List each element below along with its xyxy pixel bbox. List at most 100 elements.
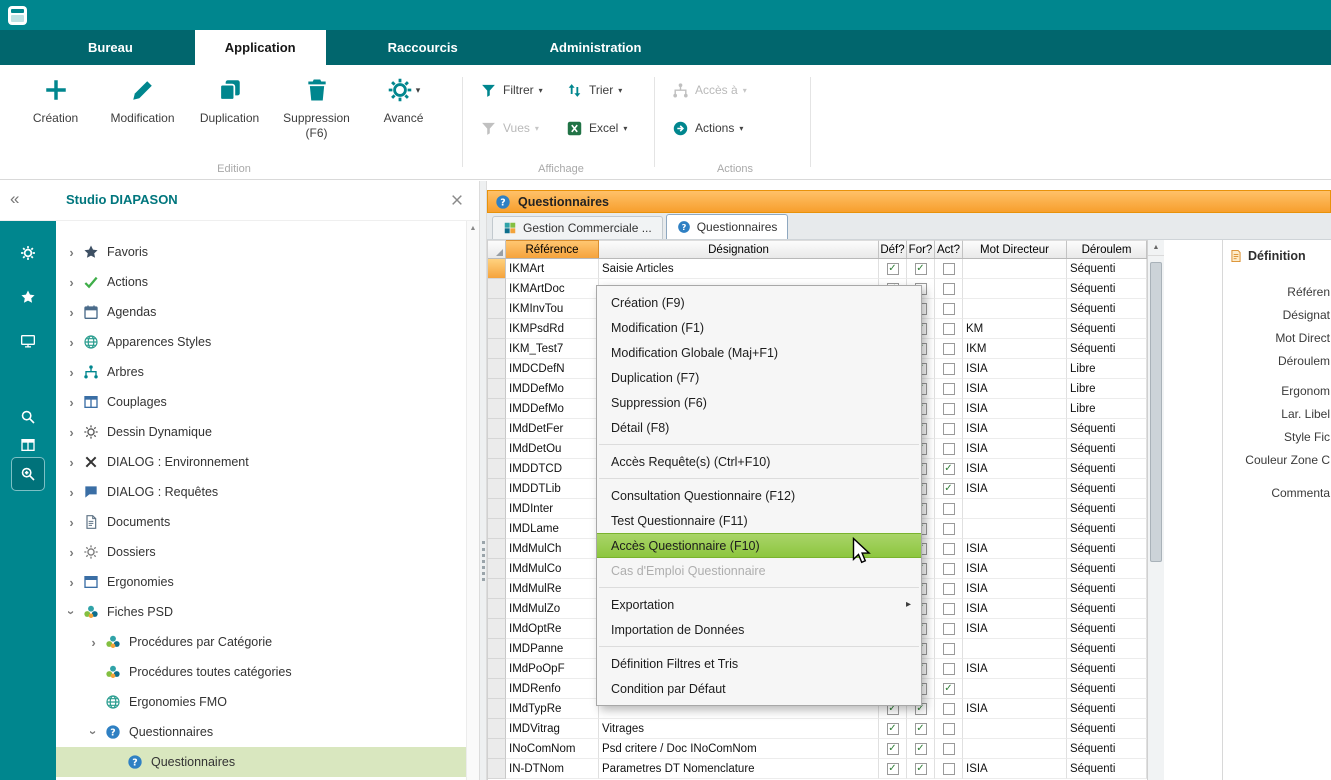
table-row[interactable]: IKMArtSaisie ArticlesSéquenti [488,259,1147,279]
panel-splitter[interactable] [479,181,487,780]
tree-item-fiches-psd[interactable]: ›Fiches PSD [56,597,466,627]
row-selector[interactable] [488,459,506,479]
act-checkbox[interactable] [943,683,955,695]
menu-item-acc-s-requ-te-s-ctrl-f10[interactable]: Accès Requête(s) (Ctrl+F10) [597,449,921,474]
scrollbar-thumb[interactable] [1150,262,1162,562]
menu-item-condition-par-d-faut[interactable]: Condition par Défaut [597,676,921,701]
suppression-f6-button[interactable]: Suppression (F6) [273,76,360,141]
tree-item-proc-dures-toutes-cat-gories[interactable]: Procédures toutes catégories [56,657,466,687]
menu-tab-application[interactable]: Application [195,30,326,65]
row-selector[interactable] [488,259,506,279]
select-all-corner[interactable] [488,240,506,258]
column-header-mot-directeur[interactable]: Mot Directeur [963,240,1067,258]
tree-item-couplages[interactable]: ›Couplages [56,387,466,417]
for-checkbox[interactable] [915,263,927,275]
tree-item-dialog-environnement[interactable]: ›DIALOG : Environnement [56,447,466,477]
dropdown-caret-icon[interactable]: ▾ [416,85,421,96]
row-selector[interactable] [488,319,506,339]
row-selector[interactable] [488,339,506,359]
menu-item-test-questionnaire-f11[interactable]: Test Questionnaire (F11) [597,508,921,533]
act-checkbox[interactable] [943,583,955,595]
act-checkbox[interactable] [943,543,955,555]
excel-button[interactable]: Excel▾ [566,120,652,137]
row-selector[interactable] [488,719,506,739]
act-checkbox[interactable] [943,303,955,315]
tree-item-favoris[interactable]: ›Favoris [56,237,466,267]
scroll-up-icon[interactable]: ▲ [467,221,479,235]
chevron-right-icon[interactable]: › [64,335,79,350]
doc-tab-questionnaires[interactable]: ?Questionnaires [666,214,789,239]
table-row[interactable]: INoComNomPsd critere / Doc INoComNomSéqu… [488,739,1147,759]
act-checkbox[interactable] [943,643,955,655]
menu-item-duplication-f7[interactable]: Duplication (F7) [597,365,921,390]
menu-item-d-finition-filtres-et-tris[interactable]: Définition Filtres et Tris [597,651,921,676]
close-icon[interactable] [449,192,465,208]
row-selector[interactable] [488,559,506,579]
act-checkbox[interactable] [943,283,955,295]
help-icon[interactable]: ? [495,194,511,210]
act-checkbox[interactable] [943,403,955,415]
act-checkbox[interactable] [943,383,955,395]
chevrons-left-icon[interactable]: « [10,189,19,209]
menu-item-cr-ation-f9[interactable]: Création (F9) [597,290,921,315]
column-header-d-roulem[interactable]: Déroulem [1067,240,1147,258]
rail-monitor-icon[interactable] [11,327,45,355]
row-selector[interactable] [488,579,506,599]
column-header-d-signation[interactable]: Désignation [599,240,879,258]
row-selector[interactable] [488,759,506,779]
row-selector[interactable] [488,399,506,419]
avanc-button[interactable]: ▾Avancé [360,76,447,141]
def-checkbox[interactable] [887,763,899,775]
act-checkbox[interactable] [943,703,955,715]
menu-item-exportation[interactable]: Exportation▸ [597,592,921,617]
tree-item-apparences-styles[interactable]: ›Apparences Styles [56,327,466,357]
def-checkbox[interactable] [887,723,899,735]
modification-button[interactable]: Modification [99,76,186,141]
act-checkbox[interactable] [943,343,955,355]
menu-item-modification-globale-maj-f1[interactable]: Modification Globale (Maj+F1) [597,340,921,365]
chevron-right-icon[interactable]: › [64,275,79,290]
column-header-for[interactable]: For? [907,240,935,258]
act-checkbox[interactable] [943,563,955,575]
column-header-r-f-rence[interactable]: Référence [506,240,599,258]
row-selector[interactable] [488,539,506,559]
column-header-act[interactable]: Act? [935,240,963,258]
chevron-right-icon[interactable]: › [64,575,79,590]
menu-tab-raccourcis[interactable]: Raccourcis [358,30,488,65]
chevron-right-icon[interactable]: › [64,365,79,380]
menu-tab-bureau[interactable]: Bureau [58,30,163,65]
row-selector[interactable] [488,659,506,679]
act-checkbox[interactable] [943,763,955,775]
cr-ation-button[interactable]: Création [12,76,99,141]
tree-item-questionnaires[interactable]: ›?Questionnaires [56,717,466,747]
act-checkbox[interactable] [943,263,955,275]
menu-item-suppression-f6[interactable]: Suppression (F6) [597,390,921,415]
def-checkbox[interactable] [887,263,899,275]
for-checkbox[interactable] [915,743,927,755]
row-selector[interactable] [488,599,506,619]
rail-search-plus-icon[interactable] [11,457,45,491]
def-checkbox[interactable] [887,743,899,755]
chevron-right-icon[interactable]: › [64,455,79,470]
row-selector[interactable] [488,499,506,519]
tree-item-actions[interactable]: ›Actions [56,267,466,297]
row-selector[interactable] [488,419,506,439]
row-selector[interactable] [488,279,506,299]
row-selector[interactable] [488,679,506,699]
tree-item-documents[interactable]: ›Documents [56,507,466,537]
act-checkbox[interactable] [943,503,955,515]
table-row[interactable]: IMDVitragVitragesSéquenti [488,719,1147,739]
chevron-down-icon[interactable]: › [86,725,101,740]
chevron-right-icon[interactable]: › [64,425,79,440]
chevron-right-icon[interactable]: › [64,545,79,560]
act-checkbox[interactable] [943,663,955,675]
rail-gear-icon[interactable] [11,239,45,267]
tree-item-questionnaires[interactable]: ?Questionnaires [56,747,466,777]
duplication-button[interactable]: Duplication [186,76,273,141]
menu-item-d-tail-f8[interactable]: Détail (F8) [597,415,921,440]
trier-button[interactable]: Trier▾ [566,82,652,99]
filtrer-button[interactable]: Filtrer▾ [480,82,566,99]
tree-item-dialog-requ-tes[interactable]: ›DIALOG : Requêtes [56,477,466,507]
act-checkbox[interactable] [943,743,955,755]
menu-tab-administration[interactable]: Administration [520,30,672,65]
